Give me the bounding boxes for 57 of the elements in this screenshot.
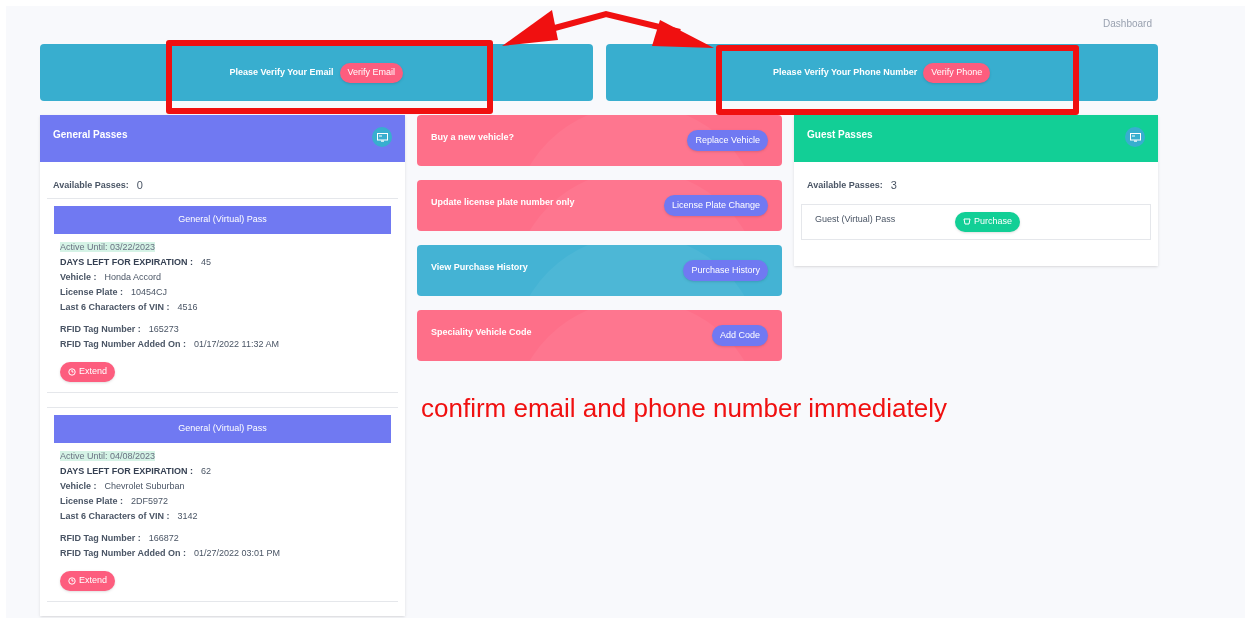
active-until: Active Until: 04/08/2023 (60, 450, 156, 461)
clock-icon (68, 367, 76, 376)
available-label: Available Passes: (53, 178, 129, 192)
field-label: RFID Tag Number Added On : (60, 337, 186, 351)
card-title: General Passes (53, 128, 128, 142)
pass-header: General (Virtual) Pass (54, 205, 391, 234)
field-value: 165273 (148, 322, 179, 336)
action-button[interactable]: License Plate Change (663, 195, 768, 216)
field-label: Vehicle : (60, 479, 97, 493)
breadcrumb[interactable]: Dashboard (1103, 16, 1152, 44)
field-label: RFID Tag Number : (60, 322, 141, 336)
pass-name: Guest (Virtual) Pass (815, 212, 897, 226)
action-text: Buy a new vehicle? (431, 131, 515, 144)
field-label: License Plate : (60, 494, 124, 508)
action-button[interactable]: Add Code (711, 325, 768, 346)
monitor-icon (1125, 127, 1145, 147)
action-button[interactable]: Replace Vehicle (687, 130, 768, 151)
banner-message: Please Verify Your Email (229, 65, 334, 79)
field-value: 2DF5972 (131, 494, 169, 508)
action-button[interactable]: Purchase History (683, 260, 768, 281)
available-label: Available Passes: (807, 178, 883, 192)
field-label: Last 6 Characters of VIN : (60, 509, 170, 523)
field-label: DAYS LEFT FOR EXPIRATION : (60, 464, 193, 478)
field-value: 166872 (148, 531, 179, 545)
field-label: RFID Tag Number : (60, 531, 141, 545)
field-value: 45 (201, 255, 212, 269)
field-label: Vehicle : (60, 270, 97, 284)
field-label: Last 6 Characters of VIN : (60, 300, 170, 314)
banner-message: Please Verify Your Phone Number (773, 65, 918, 79)
field-label: DAYS LEFT FOR EXPIRATION : (60, 255, 193, 269)
available-count: 3 (890, 178, 897, 193)
verify-button[interactable]: Verify Phone (923, 62, 991, 83)
card-title: Guest Passes (807, 128, 873, 142)
action-text: View Purchase History (431, 261, 528, 274)
field-value: 01/27/2022 03:01 PM (194, 546, 281, 560)
field-value: Honda Accord (104, 270, 162, 284)
verify-button[interactable]: Verify Email (339, 62, 404, 83)
annotation-note: confirm email and phone number immediately (421, 392, 949, 425)
active-until: Active Until: 03/22/2023 (60, 241, 156, 252)
action-text: Update license plate number only (431, 196, 575, 209)
field-value: 3142 (177, 509, 198, 523)
field-value: 62 (201, 464, 212, 478)
basket-icon (963, 217, 971, 226)
field-label: License Plate : (60, 285, 124, 299)
monitor-icon (372, 127, 392, 147)
field-value: 4516 (177, 300, 198, 314)
field-value: Chevrolet Suburban (104, 479, 185, 493)
clock-icon (68, 576, 76, 585)
available-count: 0 (136, 178, 143, 193)
field-value: 10454CJ (131, 285, 168, 299)
field-label: RFID Tag Number Added On : (60, 546, 186, 560)
action-text: Speciality Vehicle Code (431, 326, 532, 339)
extend-button[interactable]: Extend (60, 570, 116, 591)
purchase-button[interactable]: Purchase (955, 211, 1021, 232)
field-value: 01/17/2022 11:32 AM (194, 337, 279, 351)
extend-button[interactable]: Extend (60, 361, 116, 382)
pass-header: General (Virtual) Pass (54, 414, 391, 443)
